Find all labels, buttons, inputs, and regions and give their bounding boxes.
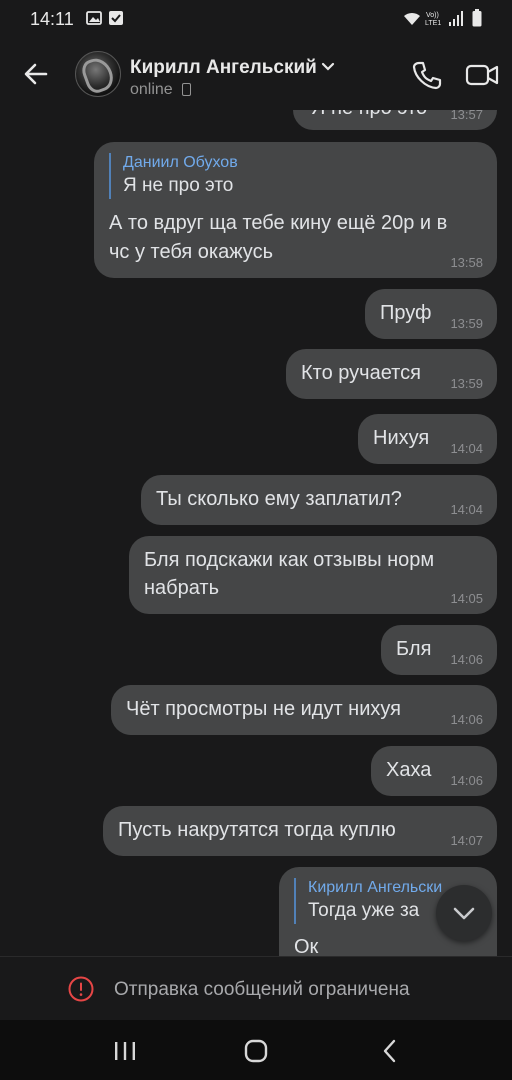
svg-text:Vo)): Vo)) — [426, 12, 439, 19]
message-time: 14:06 — [450, 652, 483, 667]
reply-text: Я не про это — [123, 175, 234, 196]
status-bar: 14:11 Vo)) LTE1 — [0, 0, 512, 38]
message-time: 14:05 — [450, 591, 483, 606]
message-time: 14:04 — [450, 441, 483, 456]
wifi-icon — [404, 12, 420, 25]
home-icon[interactable] — [242, 1038, 270, 1064]
signal-icon — [449, 11, 463, 26]
message-bubble[interactable]: Кто ручается 13:59 — [286, 349, 497, 399]
message-text: Бля подскажи как отзывы норм — [144, 549, 435, 571]
composer-restricted: Отправка сообщений ограничена — [0, 956, 512, 1020]
message-text: Пусть накрутятся тогда куплю — [118, 819, 396, 841]
message-time: 14:04 — [450, 502, 483, 517]
reply-quote[interactable]: Кирилл Ангельски Тогда уже за — [294, 878, 442, 924]
message-bubble[interactable]: Чёт просмотры не идут нихуя 14:06 — [111, 685, 497, 735]
message-text: Я не про это — [311, 110, 427, 123]
message-bubble[interactable]: Ты сколько ему заплатил? 14:04 — [141, 475, 497, 525]
message-list[interactable]: Я не про это 13:57 Даниил Обухов Я не пр… — [0, 110, 512, 956]
svg-text:LTE1: LTE1 — [425, 20, 441, 27]
alert-circle-icon — [68, 976, 94, 1002]
system-nav-bar — [0, 1020, 512, 1080]
battery-icon — [472, 9, 482, 27]
message-bubble[interactable]: Я не про это 13:57 — [293, 110, 497, 130]
message-time: 13:58 — [450, 255, 483, 270]
message-time: 13:59 — [450, 316, 483, 331]
message-text: Кто ручается — [301, 362, 421, 384]
message-text: набрать — [144, 577, 220, 599]
reply-author: Кирилл Ангельски — [308, 879, 443, 896]
contact-avatar[interactable] — [75, 51, 121, 97]
mobile-online-icon — [182, 83, 191, 96]
reply-quote[interactable]: Даниил Обухов Я не про это — [109, 153, 238, 199]
message-time: 14:06 — [450, 773, 483, 788]
message-text: Ты сколько ему заплатил? — [156, 488, 402, 510]
chevron-down-icon[interactable] — [320, 58, 336, 74]
message-time: 13:57 — [450, 110, 483, 122]
message-time: 13:59 — [450, 376, 483, 391]
message-bubble[interactable]: Пруф 13:59 — [365, 289, 497, 339]
status-time: 14:11 — [30, 9, 74, 29]
message-bubble[interactable]: Бля 14:06 — [381, 625, 497, 675]
message-text: Нихуя — [373, 427, 430, 449]
restriction-text: Отправка сообщений ограничена — [114, 979, 410, 1000]
back-arrow-icon[interactable] — [18, 56, 54, 92]
reply-text: Тогда уже за — [308, 900, 420, 921]
gallery-icon — [86, 11, 102, 25]
message-bubble[interactable]: Хаха 14:06 — [371, 746, 497, 796]
phone-call-icon[interactable] — [410, 58, 444, 92]
message-bubble[interactable]: Пусть накрутятся тогда куплю 14:07 — [103, 806, 497, 856]
scroll-to-bottom-button[interactable] — [436, 885, 492, 941]
video-call-icon[interactable] — [464, 60, 500, 90]
checkbox-notification-icon — [109, 11, 123, 25]
chevron-down-icon — [453, 907, 475, 920]
message-text: чс у тебя окажусь — [109, 241, 274, 263]
message-text: А то вдруг ща тебе кину ещё 20р и в — [109, 212, 448, 234]
message-text: Чёт просмотры не идут нихуя — [126, 698, 401, 720]
message-bubble[interactable]: Бля подскажи как отзывы норм набрать 14:… — [129, 536, 497, 614]
message-text: Бля — [396, 638, 432, 660]
message-time: 14:06 — [450, 712, 483, 727]
back-nav-icon[interactable] — [376, 1038, 404, 1064]
message-text: Хаха — [386, 759, 432, 781]
volte-icon: Vo)) LTE1 — [425, 12, 441, 27]
message-time: 14:07 — [450, 833, 483, 848]
reply-author: Даниил Обухов — [123, 154, 238, 171]
recent-apps-icon[interactable] — [111, 1038, 139, 1064]
chat-header: Кирилл Ангельский online — [0, 38, 512, 110]
message-text: Пруф — [380, 302, 432, 324]
contact-status: online — [130, 81, 173, 98]
message-text: Ок — [294, 936, 319, 956]
contact-name[interactable]: Кирилл Ангельский — [130, 57, 317, 79]
message-bubble[interactable]: Даниил Обухов Я не про это А то вдруг ща… — [94, 142, 497, 278]
message-bubble[interactable]: Нихуя 14:04 — [358, 414, 497, 464]
